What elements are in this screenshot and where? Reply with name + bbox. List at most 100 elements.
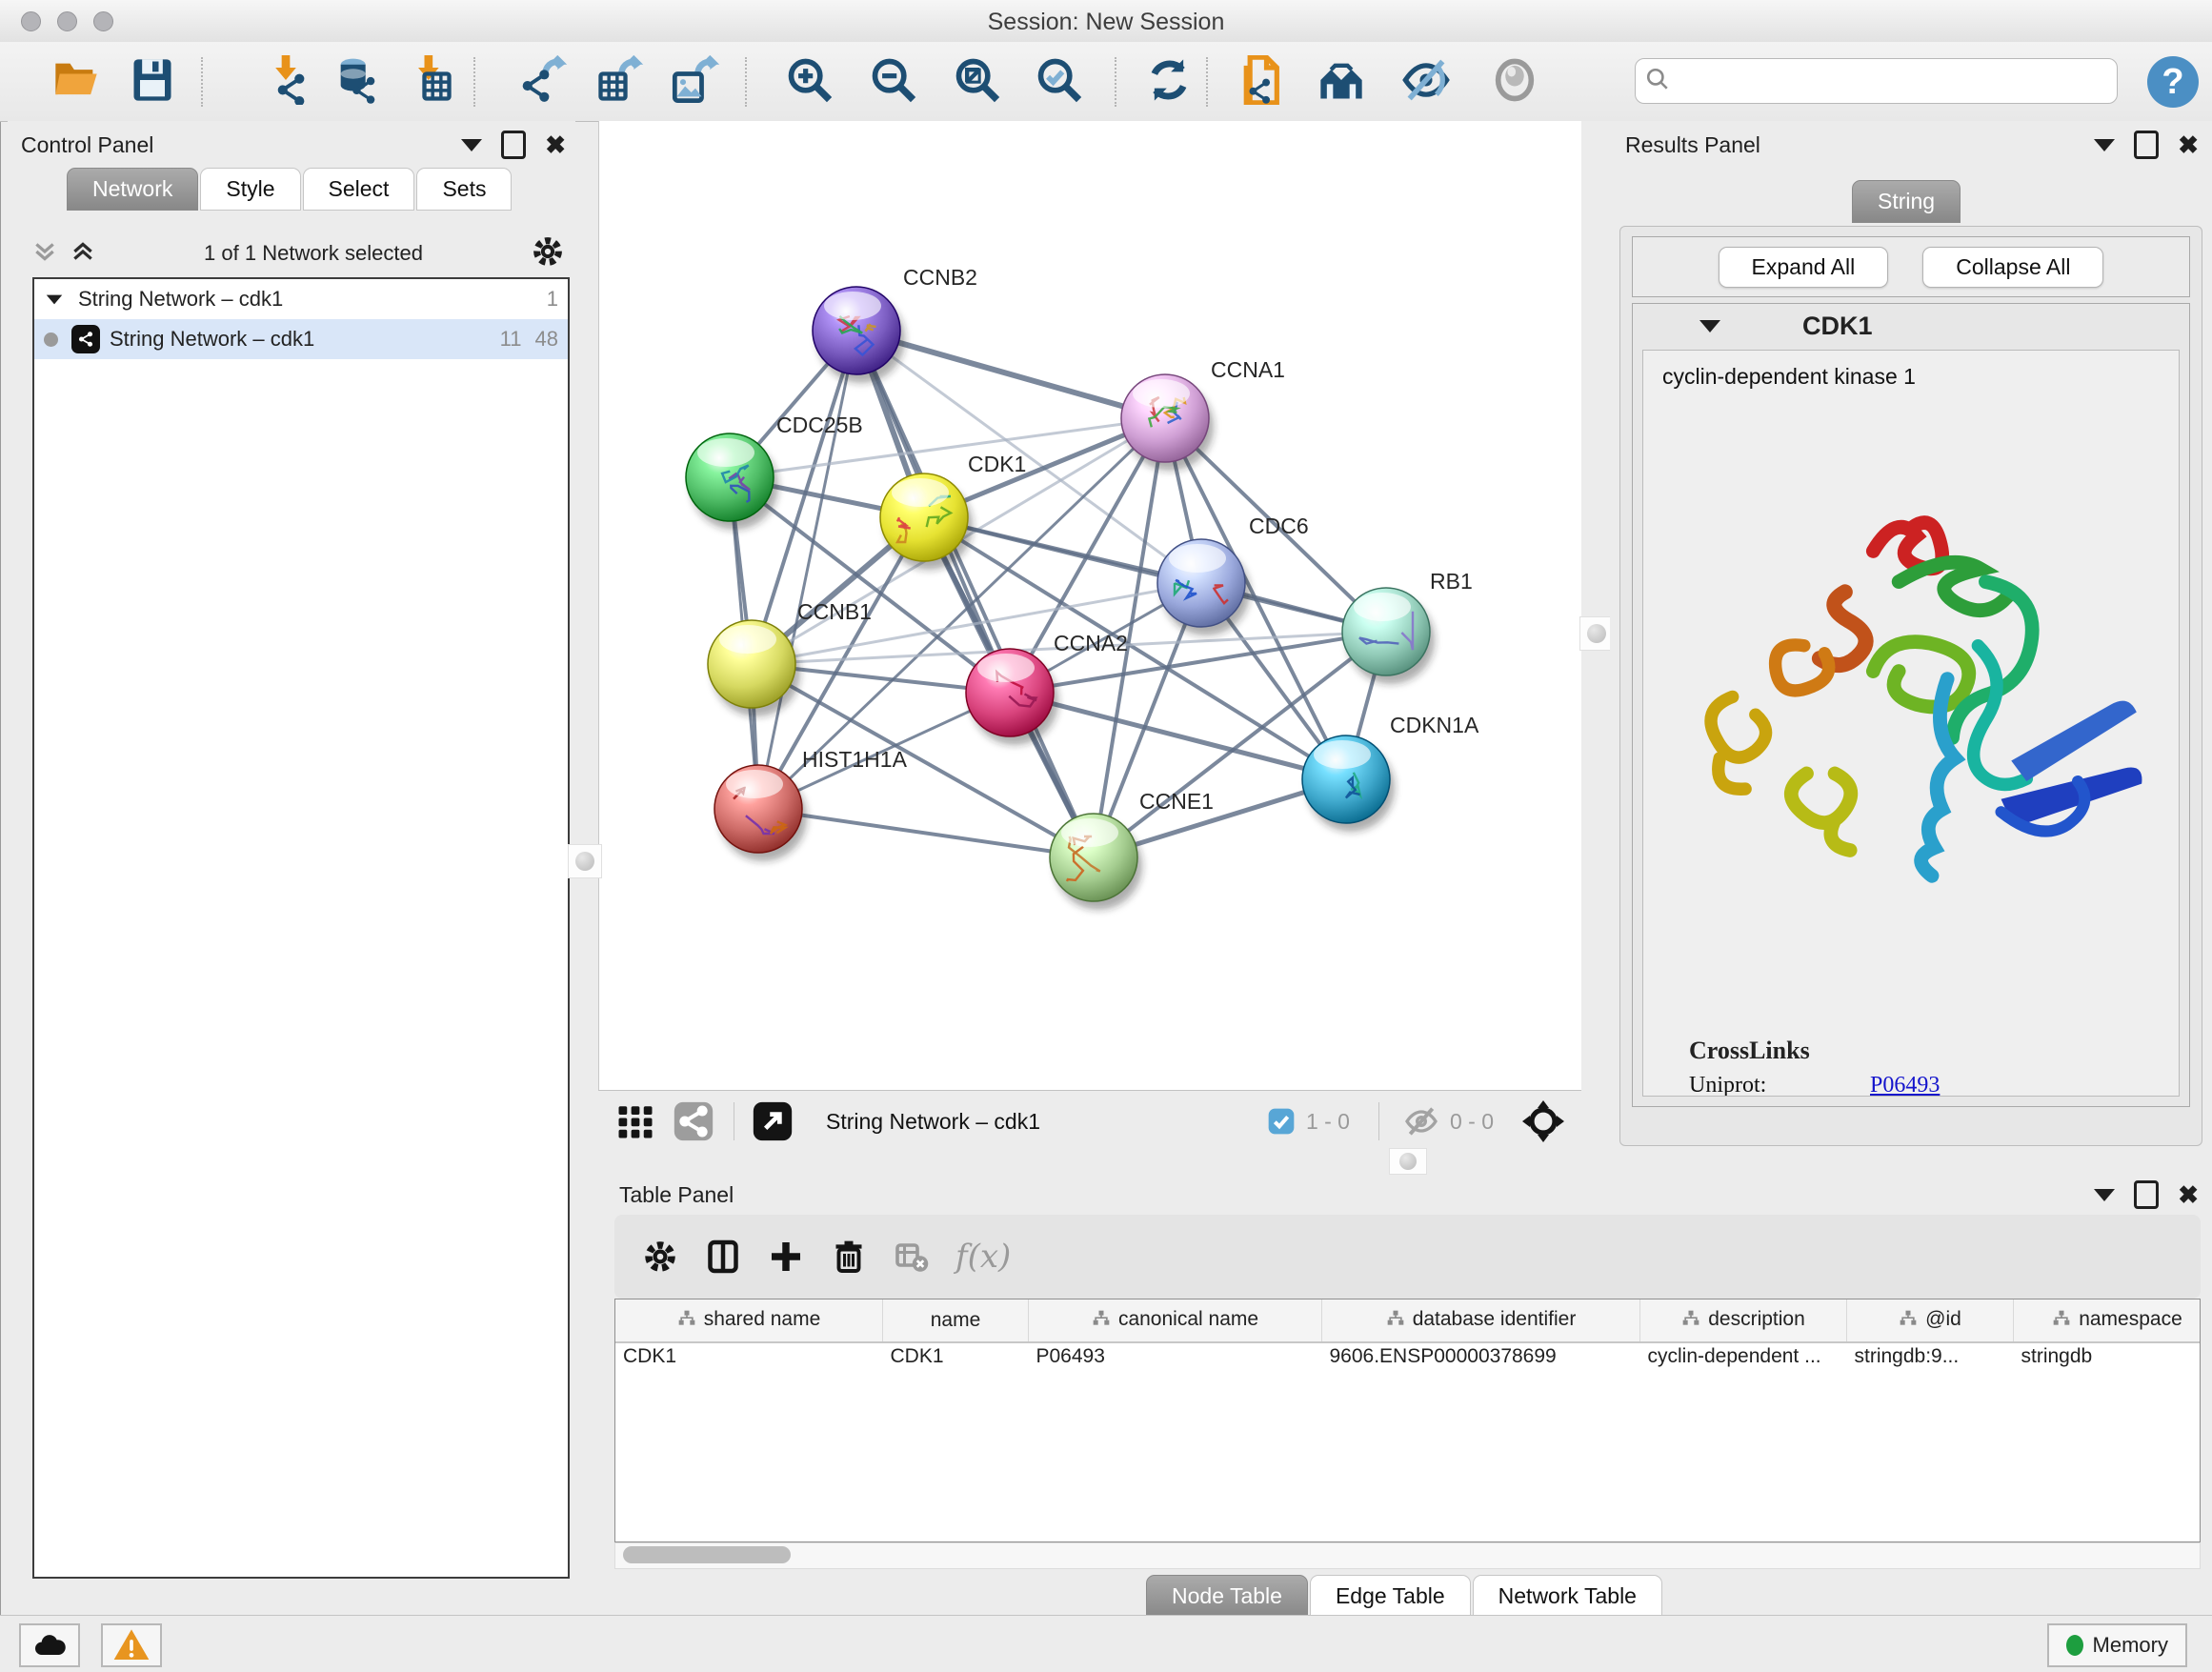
network-view-toolbar: String Network – cdk1 1 - 0 0 - 0 [598, 1090, 1581, 1152]
delete-column-trash-icon[interactable] [832, 1239, 866, 1274]
left-splitter-handle[interactable] [568, 844, 602, 878]
column-header-canonical-name[interactable]: canonical name [1029, 1299, 1322, 1342]
refresh-button[interactable] [1139, 55, 1198, 109]
network-node-CCNE1[interactable]: CCNE1 [1050, 789, 1214, 910]
control-panel-tabs: NetworkStyleSelectSets [67, 168, 513, 211]
first-neighbors-button[interactable] [1312, 55, 1371, 109]
zoom-fit-icon [953, 55, 1002, 110]
collapse-all-button[interactable]: Collapse All [1922, 247, 2103, 288]
vertical-splitter-handle[interactable] [1579, 616, 1614, 651]
grid-view-icon[interactable] [615, 1101, 655, 1141]
column-header-database-identifier[interactable]: database identifier [1322, 1299, 1640, 1342]
network-node-CDC6[interactable]: CDC6 [1157, 514, 1309, 635]
string-results-container: Expand All Collapse All CDK1 cyclin-depe… [1619, 226, 2202, 1146]
close-panel-icon[interactable]: ✖ [2178, 132, 2199, 157]
network-row[interactable]: String Network – cdk1 11 48 [34, 319, 568, 359]
collection-expander-icon[interactable] [47, 294, 63, 304]
export-image-button[interactable] [666, 55, 725, 109]
tab-edge-table[interactable]: Edge Table [1310, 1575, 1471, 1618]
memory-status-dot [2066, 1635, 2083, 1656]
collapse-all-chevron-icon[interactable] [32, 239, 57, 269]
close-panel-icon[interactable]: ✖ [545, 132, 566, 157]
float-panel-icon[interactable] [2134, 131, 2159, 159]
show-columns-icon[interactable] [706, 1239, 740, 1274]
tab-node-table[interactable]: Node Table [1146, 1575, 1308, 1618]
column-header-@id[interactable]: @id [1847, 1299, 2014, 1342]
zoom-out-button[interactable] [864, 55, 923, 109]
export-network-button[interactable] [513, 55, 573, 109]
network-edge-CCNB2-CCNE1[interactable] [856, 331, 1094, 857]
node-label-CDKN1A: CDKN1A [1390, 713, 1479, 737]
birdseye-view-icon[interactable] [752, 1100, 794, 1142]
tab-network-table[interactable]: Network Table [1473, 1575, 1662, 1618]
node-result-header[interactable]: CDK1 [1633, 304, 2189, 348]
column-header-name[interactable]: name [883, 1299, 1029, 1342]
expand-all-chevron-icon[interactable] [70, 239, 95, 269]
column-header-namespace[interactable]: namespace [2014, 1299, 2202, 1342]
table-cell: CDK1 [615, 1342, 883, 1381]
tab-style[interactable]: Style [200, 168, 300, 211]
export-table-button[interactable] [590, 55, 649, 109]
zoom-selected-button[interactable] [1030, 55, 1089, 109]
gear-icon[interactable] [532, 235, 564, 272]
network-canvas[interactable]: CCNB2CCNA1CDC25BCDK1CDC6RB1CCNB1CCNA2CDK… [598, 121, 1581, 1090]
memory-button[interactable]: Memory [2047, 1623, 2187, 1667]
panel-menu-icon[interactable] [2094, 139, 2115, 151]
save-session-button[interactable] [123, 55, 182, 109]
float-panel-icon[interactable] [2134, 1180, 2159, 1209]
tab-network[interactable]: Network [67, 168, 198, 211]
network-node-CCNA1[interactable]: CCNA1 [1121, 357, 1285, 471]
show-all-eye-button[interactable] [1485, 55, 1544, 109]
expand-all-button[interactable]: Expand All [1719, 247, 1889, 288]
table-row[interactable]: CDK1CDK1P064939606.ENSP00000378699cyclin… [615, 1342, 2201, 1381]
import-table-button[interactable] [401, 55, 460, 109]
network-collection-row[interactable]: String Network – cdk1 1 [34, 279, 568, 319]
crosslink-link[interactable]: P06493 [1870, 1073, 1940, 1097]
fit-crosshair-icon[interactable] [1520, 1098, 1566, 1144]
document-network-button[interactable] [1231, 55, 1290, 109]
table-settings-gear-icon[interactable] [643, 1239, 677, 1274]
import-database-button[interactable] [328, 55, 387, 109]
table-horizontal-scrollbar[interactable] [614, 1542, 2201, 1569]
open-file-button[interactable] [47, 55, 106, 109]
zoom-fit-button[interactable] [948, 55, 1007, 109]
network-node-CDK1[interactable]: CDK1 [880, 452, 1026, 570]
network-node-RB1[interactable]: RB1 [1342, 569, 1473, 684]
search-input[interactable] [1679, 68, 2117, 94]
network-node-HIST1H1A[interactable]: HIST1H1A [714, 747, 908, 861]
scrollbar-thumb[interactable] [623, 1546, 791, 1563]
cloud-status-button[interactable] [19, 1623, 80, 1667]
search-box[interactable] [1635, 58, 2118, 104]
hide-selection-eye-button[interactable] [1397, 55, 1456, 109]
panel-menu-icon[interactable] [2094, 1189, 2115, 1201]
create-column-plus-icon[interactable] [769, 1239, 803, 1274]
zoom-in-button[interactable] [780, 55, 839, 109]
float-panel-icon[interactable] [501, 131, 526, 159]
network-edge-CCNB2-HIST1H1A[interactable] [758, 331, 856, 809]
horizontal-splitter-handle[interactable] [1389, 1148, 1427, 1175]
close-panel-icon[interactable]: ✖ [2178, 1182, 2199, 1207]
network-share-icon[interactable] [673, 1100, 714, 1142]
selected-checkbox[interactable] [1266, 1106, 1297, 1137]
tab-select[interactable]: Select [303, 168, 415, 211]
network-node-CCNB2[interactable]: CCNB2 [813, 265, 977, 383]
tab-string[interactable]: String [1852, 180, 1961, 223]
node-count: 11 [500, 327, 522, 352]
network-selection-status: 1 of 1 Network selected [95, 241, 532, 266]
import-network-button[interactable] [256, 55, 315, 109]
column-header-description[interactable]: description [1640, 1299, 1847, 1342]
network-edge-HIST1H1A-CCNE1[interactable] [758, 809, 1094, 857]
expand-collapse-bar: Expand All Collapse All [1632, 236, 2190, 297]
title-bar: Session: New Session [0, 0, 2212, 43]
help-button[interactable]: ? [2147, 56, 2199, 108]
table-cell: stringdb:9... [1847, 1342, 2014, 1381]
tab-sets[interactable]: Sets [416, 168, 512, 211]
network-node-CDKN1A[interactable]: CDKN1A [1302, 713, 1479, 832]
network-edge-CCNA2-CDKN1A[interactable] [1010, 693, 1346, 779]
zoom-selected-icon [1035, 55, 1084, 110]
section-expander-icon[interactable] [1699, 320, 1720, 332]
warning-status-button[interactable] [101, 1623, 162, 1667]
column-header-shared-name[interactable]: shared name [615, 1299, 883, 1342]
panel-menu-icon[interactable] [461, 139, 482, 151]
node-label-RB1: RB1 [1430, 569, 1473, 594]
